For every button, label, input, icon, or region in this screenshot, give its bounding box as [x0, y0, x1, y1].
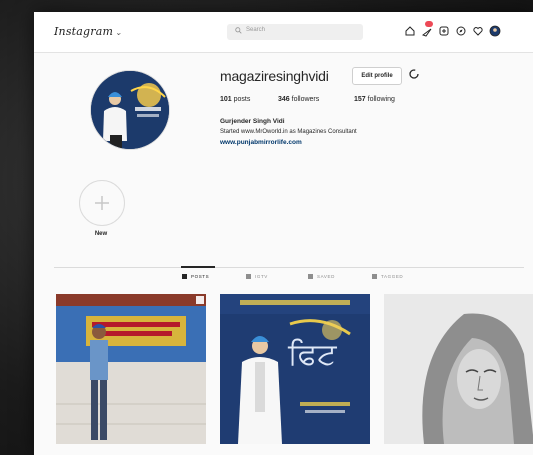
search-icon — [235, 27, 242, 34]
messenger-button[interactable] — [421, 21, 433, 37]
tab-posts[interactable]: POSTS — [182, 274, 209, 286]
gear-icon[interactable] — [408, 68, 420, 80]
post-image-sketch — [384, 294, 533, 444]
tab-saved-label: SAVED — [317, 274, 335, 279]
grid-icon — [182, 274, 187, 279]
svg-text:ਫਿਟ: ਫਿਟ — [287, 337, 337, 372]
instagram-logo[interactable]: Instagram ⌄ — [54, 25, 122, 38]
browser-window: Instagram ⌄ Search magaziresinghvidi Edi… — [34, 12, 533, 455]
top-nav-bar: Instagram ⌄ Search — [34, 12, 533, 53]
followers-count: 346 — [278, 96, 290, 103]
posts-count: 101 — [220, 96, 232, 103]
tab-tagged[interactable]: TAGGED — [372, 274, 403, 286]
following-count: 157 — [354, 96, 366, 103]
post-thumbnail[interactable] — [56, 294, 206, 444]
plus-icon — [95, 196, 109, 210]
new-post-icon[interactable] — [438, 25, 450, 37]
igtv-icon — [246, 274, 251, 279]
logo-text[interactable]: Instagram — [54, 25, 113, 38]
tab-igtv[interactable]: IGTV — [246, 274, 268, 286]
profile-avatar[interactable] — [90, 70, 170, 150]
profile-avatar-icon[interactable] — [489, 25, 501, 37]
followers-label: followers — [291, 96, 320, 103]
search-input[interactable]: Search — [227, 24, 363, 40]
post-image-poster: ਫਿਟ — [220, 294, 370, 444]
heart-icon[interactable] — [472, 25, 484, 37]
tag-icon — [372, 274, 377, 279]
tab-posts-label: POSTS — [191, 274, 210, 279]
edit-profile-button[interactable]: Edit profile — [352, 67, 402, 85]
notification-badge — [425, 21, 433, 27]
post-image-event — [56, 294, 206, 444]
new-highlight-label: New — [94, 231, 108, 237]
chevron-down-icon[interactable]: ⌄ — [115, 28, 122, 37]
avatar-image — [91, 71, 169, 149]
bio-website-link[interactable]: www.punjabmirrorlife.com — [220, 139, 302, 146]
tab-saved[interactable]: SAVED — [308, 274, 335, 286]
tab-tagged-label: TAGGED — [381, 274, 404, 279]
bio-full-name: Gurjender Singh Vidi — [220, 118, 285, 125]
following-stat[interactable]: 157 following — [354, 96, 395, 103]
posts-label: posts — [233, 96, 251, 103]
messenger-icon — [421, 28, 432, 37]
bio-text: Started www.MrOworld.in as Magazines Con… — [220, 129, 357, 135]
following-label: following — [367, 96, 395, 103]
new-highlight-button[interactable] — [79, 180, 125, 226]
profile-username: magaziresinghvidi — [220, 68, 329, 84]
post-thumbnail[interactable]: ਫਿਟ — [220, 294, 370, 444]
active-tab-indicator — [181, 266, 215, 268]
posts-stat: 101 posts — [220, 96, 250, 103]
tabs-divider — [54, 267, 524, 268]
home-icon[interactable] — [404, 25, 416, 37]
explore-icon[interactable] — [455, 25, 467, 37]
followers-stat[interactable]: 346 followers — [278, 96, 319, 103]
bookmark-icon — [308, 274, 313, 279]
search-placeholder: Search — [246, 27, 266, 33]
post-thumbnail[interactable] — [384, 294, 533, 444]
tab-igtv-label: IGTV — [255, 274, 268, 279]
